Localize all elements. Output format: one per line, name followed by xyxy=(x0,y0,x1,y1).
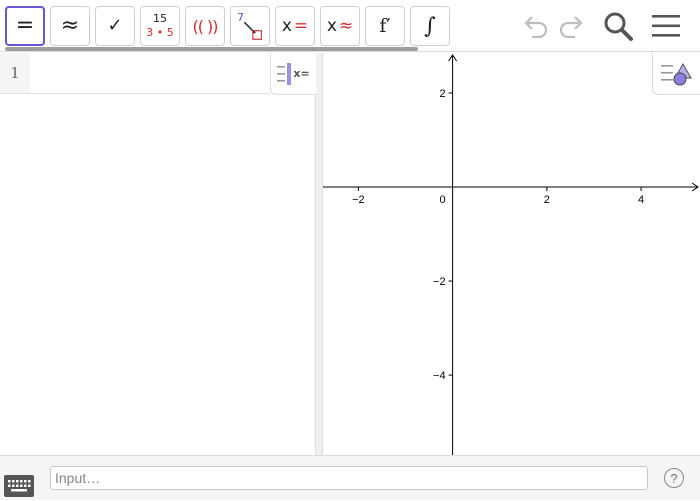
input-field[interactable] xyxy=(50,466,648,490)
factor-top: 15 xyxy=(153,12,167,25)
redo-button[interactable] xyxy=(555,10,589,42)
algebra-row-divider xyxy=(0,93,270,94)
undo-icon xyxy=(524,16,548,38)
solve-x: x xyxy=(281,16,292,36)
keyboard-icon xyxy=(8,480,31,492)
x-tick-label: −2 xyxy=(352,194,365,206)
input-bar: ? xyxy=(0,455,700,500)
keyboard-button[interactable] xyxy=(4,475,34,497)
help-button[interactable]: ? xyxy=(664,468,684,488)
algebra-view: 1 x= xyxy=(0,53,316,455)
algebra-row-number: 1 xyxy=(0,53,30,93)
toolbar-scrollbar[interactable] xyxy=(5,47,418,51)
nsolve-approx-icon: ≈ xyxy=(338,16,354,36)
factor-bottom: 3 • 5 xyxy=(146,26,174,39)
view-divider[interactable] xyxy=(316,53,323,455)
graphics-style-menu-button[interactable] xyxy=(652,53,700,95)
tool-factor[interactable]: 15 3 • 5 xyxy=(140,6,180,46)
tool-numeric[interactable]: ≈ xyxy=(50,6,90,46)
nsolve-x: x xyxy=(326,16,337,36)
algebra-style-menu-button[interactable]: x= xyxy=(270,53,316,95)
tool-evaluate[interactable]: = xyxy=(5,6,45,46)
tool-derivative[interactable]: f′ xyxy=(365,6,405,46)
main-menu-button[interactable] xyxy=(649,10,683,42)
tool-solve-numeric[interactable]: x ≈ xyxy=(320,6,360,46)
graphics-style-icon xyxy=(660,62,692,85)
x-tick-label: 4 xyxy=(638,194,644,206)
y-tick-label: −4 xyxy=(433,370,446,382)
tool-integral[interactable]: ∫ xyxy=(410,6,450,46)
hamburger-menu-icon xyxy=(652,15,680,37)
substitute-number: 7 xyxy=(237,11,244,24)
tool-keep-input[interactable]: ✓ xyxy=(95,6,135,46)
graphics-view[interactable]: −2 2 4 2 −2 −4 0 xyxy=(323,53,700,455)
algebra-description-icon xyxy=(277,62,292,85)
coordinate-plane[interactable]: −2 2 4 2 −2 −4 0 xyxy=(323,53,700,455)
integral-icon: ∫ xyxy=(424,13,436,39)
tool-solve[interactable]: x = xyxy=(275,6,315,46)
algebra-menu-label: x= xyxy=(293,67,310,80)
y-tick-label: 2 xyxy=(439,88,445,100)
check-icon: ✓ xyxy=(107,15,123,36)
undo-button[interactable] xyxy=(518,10,552,42)
solve-equals-icon: = xyxy=(293,16,309,36)
x-tick-label: 2 xyxy=(544,194,550,206)
expand-icon: (( )) xyxy=(192,16,218,36)
toolbar: = ≈ ✓ 15 3 • 5 (( )) 7 x = x ≈ f′ ∫ xyxy=(0,0,700,52)
derivative-icon: f′ xyxy=(379,15,391,37)
redo-icon xyxy=(559,16,583,38)
tool-expand[interactable]: (( )) xyxy=(185,6,225,46)
tool-substitute[interactable]: 7 xyxy=(230,6,270,46)
search-button[interactable] xyxy=(601,10,635,42)
search-icon xyxy=(604,12,633,41)
equals-icon: = xyxy=(15,13,35,38)
approx-icon: ≈ xyxy=(60,13,80,38)
origin-label: 0 xyxy=(439,194,445,206)
algebra-input-row[interactable] xyxy=(30,53,270,93)
y-tick-label: −2 xyxy=(433,276,446,288)
